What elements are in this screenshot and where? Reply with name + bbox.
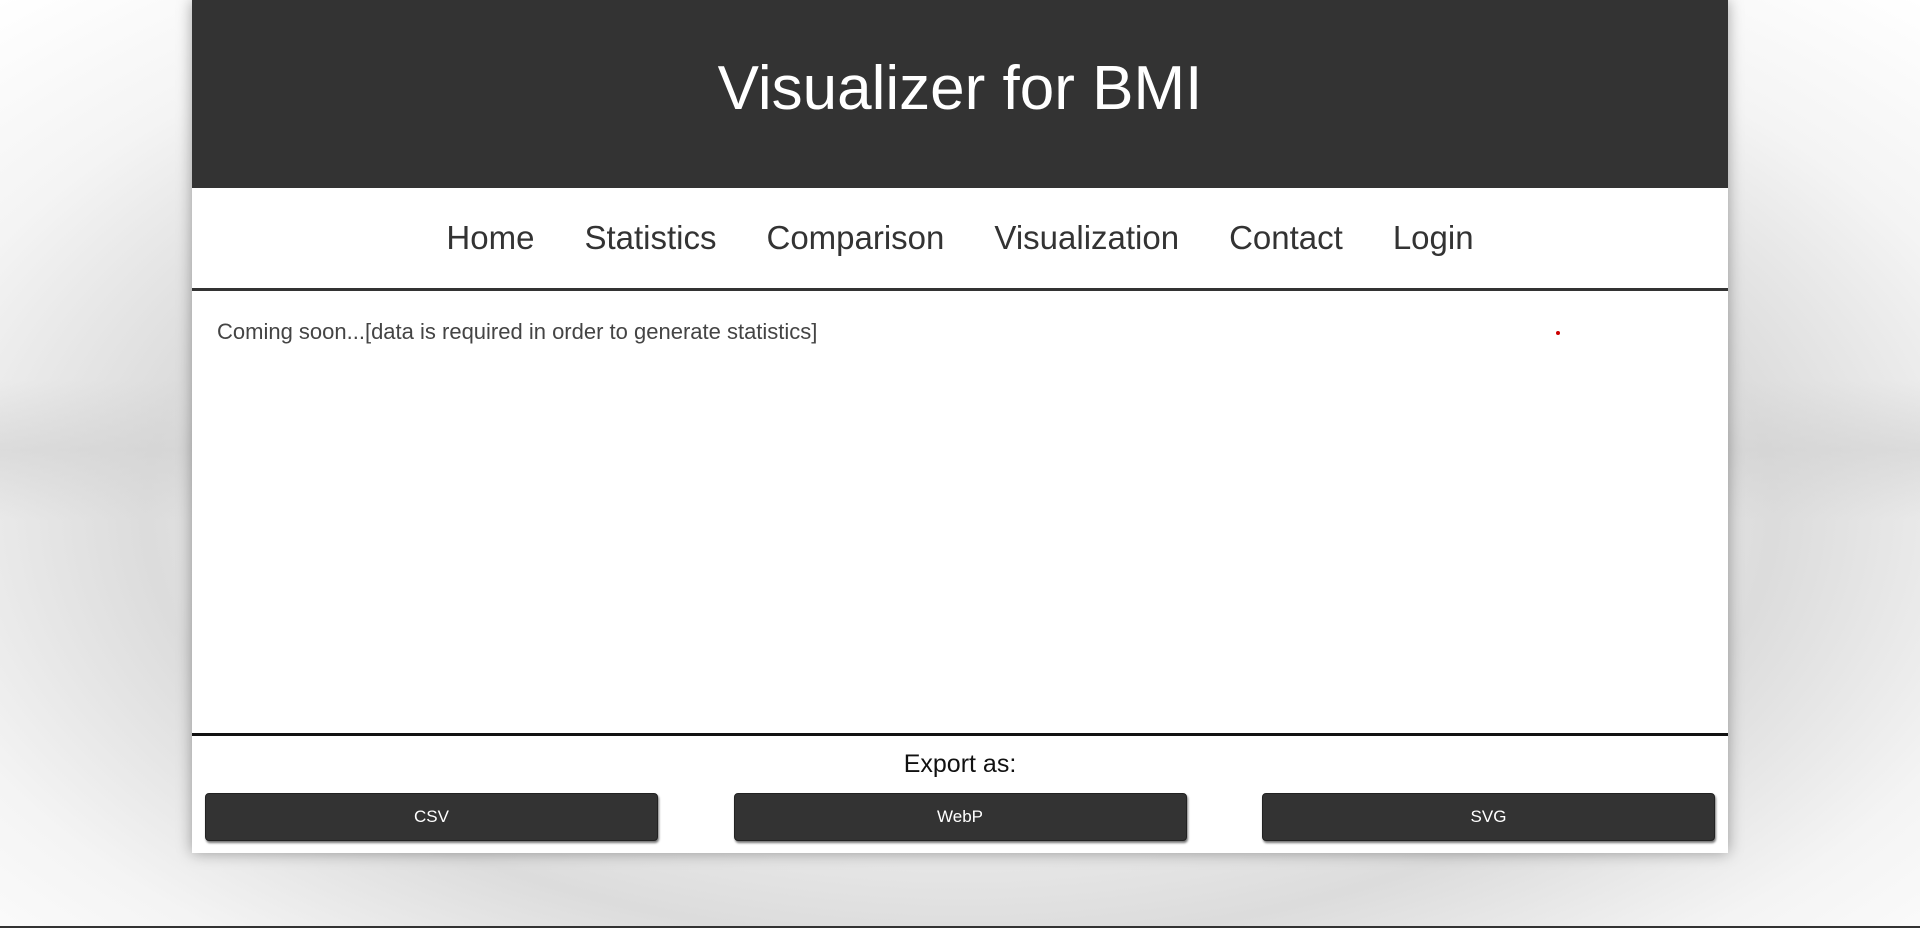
nav-item-home[interactable]: Home <box>421 219 559 257</box>
export-label: Export as: <box>903 750 1017 778</box>
export-section: Export as: CSV WebP SVG <box>192 736 1728 841</box>
export-csv-button[interactable]: CSV <box>205 793 658 841</box>
statistics-content: Coming soon...[data is required in order… <box>192 291 1728 736</box>
export-svg-button[interactable]: SVG <box>1262 793 1715 841</box>
export-buttons: CSV WebP SVG <box>192 784 1728 841</box>
red-dot-marker <box>1556 331 1560 335</box>
main-nav: Home Statistics Comparison Visualization… <box>192 188 1728 291</box>
nav-item-contact[interactable]: Contact <box>1204 219 1368 257</box>
nav-item-login[interactable]: Login <box>1368 219 1499 257</box>
nav-item-statistics[interactable]: Statistics <box>559 219 741 257</box>
coming-soon-message: Coming soon...[data is required in order… <box>217 319 818 344</box>
export-webp-button[interactable]: WebP <box>733 793 1187 841</box>
page-title: Visualizer for BMI <box>717 53 1203 123</box>
page-header: Visualizer for BMI <box>192 0 1728 188</box>
nav-item-comparison[interactable]: Comparison <box>741 219 969 257</box>
nav-item-visualization[interactable]: Visualization <box>969 219 1204 257</box>
page-container: Visualizer for BMI Home Statistics Compa… <box>192 0 1728 853</box>
